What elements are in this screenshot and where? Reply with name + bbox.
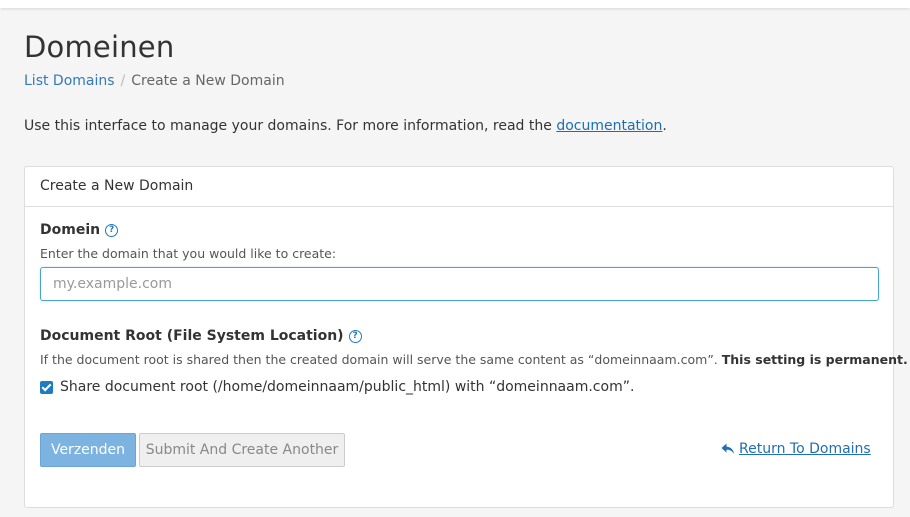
- intro-text-body: Use this interface to manage your domain…: [24, 118, 557, 134]
- docroot-label-text: Document Root (File System Location): [40, 328, 344, 344]
- panel-heading: Create a New Domain: [25, 167, 893, 207]
- domain-label: Domein ?: [40, 222, 119, 238]
- reply-arrow-icon: [721, 443, 734, 454]
- page-title: Domeinen: [24, 30, 175, 64]
- breadcrumb-separator: /: [120, 73, 126, 89]
- docroot-help-permanent: This setting is permanent.: [721, 352, 908, 367]
- docroot-help-text: If the document root is shared then the …: [40, 352, 908, 367]
- documentation-link[interactable]: documentation: [556, 118, 662, 134]
- breadcrumb-list-domains-link[interactable]: List Domains: [24, 73, 115, 89]
- return-to-domains-link[interactable]: Return To Domains: [721, 441, 871, 457]
- submit-button[interactable]: Verzenden: [40, 433, 136, 467]
- domain-input[interactable]: [40, 267, 879, 301]
- intro-text: Use this interface to manage your domain…: [24, 118, 667, 134]
- checkbox-checked-icon[interactable]: [40, 380, 53, 394]
- docroot-help-body: If the document root is shared then the …: [40, 352, 722, 367]
- create-domain-panel: Create a New Domain Domein ? Enter the d…: [24, 166, 908, 508]
- breadcrumb: List Domains / Create a New Domain: [24, 73, 285, 89]
- share-docroot-checkbox-label: Share document root (/home/domeinnaam/pu…: [60, 379, 635, 395]
- question-circle-icon[interactable]: ?: [105, 223, 119, 237]
- docroot-label: Document Root (File System Location) ?: [40, 328, 362, 344]
- domain-help-text: Enter the domain that you would like to …: [40, 246, 337, 261]
- top-bar: [0, 0, 910, 8]
- submit-and-create-another-button[interactable]: Submit And Create Another: [139, 433, 345, 467]
- intro-text-end: .: [662, 118, 667, 134]
- domain-label-text: Domein: [40, 222, 101, 238]
- breadcrumb-current: Create a New Domain: [131, 73, 285, 89]
- question-circle-icon[interactable]: ?: [348, 329, 362, 343]
- return-to-domains-label: Return To Domains: [739, 441, 871, 457]
- share-docroot-checkbox-row[interactable]: Share document root (/home/domeinnaam/pu…: [40, 379, 634, 395]
